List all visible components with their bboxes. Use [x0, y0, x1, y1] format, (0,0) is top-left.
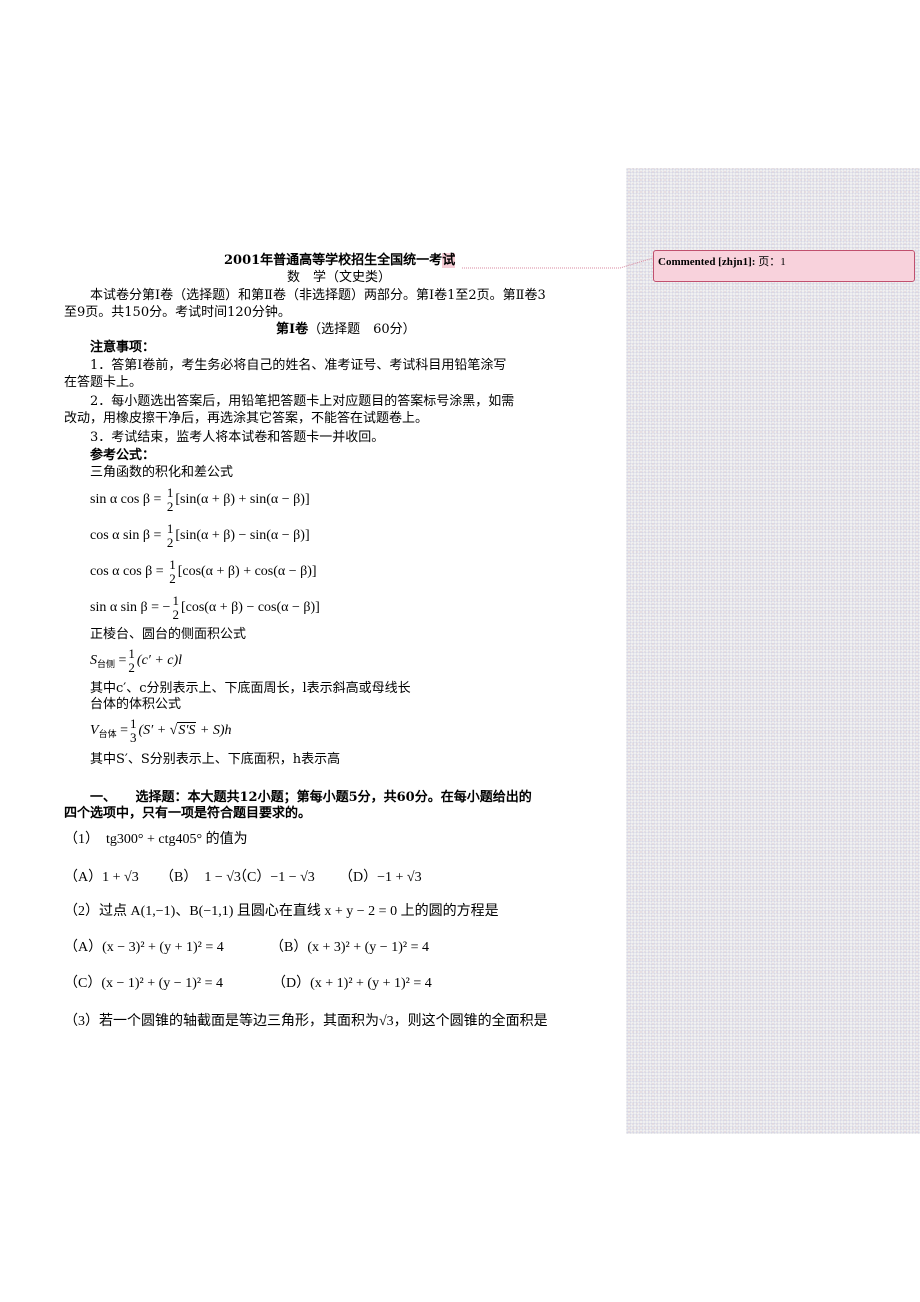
- frustum-volume-formula: V台体 = 1 3 (S′ + √S′S + S)h: [90, 716, 232, 745]
- notice-3-line-1: 3．考试结束，监考人将本试卷和答题卡一并收回。: [90, 430, 385, 445]
- formula-heading: 参考公式：: [90, 448, 156, 463]
- intro-line-1: 本试卷分第Ⅰ卷（选择题）和第Ⅱ卷（非选择题）两部分。第Ⅰ卷1至2页。第Ⅱ卷3: [90, 288, 546, 303]
- question-2-option-c: （C）(x − 1)² + (y − 1)² = 4: [64, 976, 223, 991]
- fraction: 12: [166, 485, 174, 514]
- question-2-option-a: （A）(x − 3)² + (y + 1)² = 4: [64, 940, 224, 955]
- fraction: 12: [169, 557, 176, 586]
- fraction: 12: [166, 521, 174, 550]
- comment-anchor-highlight[interactable]: 试: [442, 253, 456, 268]
- frustum-volume-note: 其中S′、S分别表示上、下底面积，h表示高: [90, 752, 341, 767]
- comment-text: 页：1: [758, 256, 786, 268]
- question-3-stem: （3）若一个圆锥的轴截面是等边三角形，其面积为√3，则这个圆锥的全面积是: [64, 1014, 548, 1029]
- question-1-option-d: （D）−1 + √3: [339, 870, 422, 885]
- notice-1-line-1: 1．答第Ⅰ卷前，考生务必将自己的姓名、准考证号、考试科目用铅笔涂写: [90, 358, 507, 373]
- frustum-lateral-heading: 正棱台、圆台的侧面积公式: [90, 627, 247, 642]
- fraction: 13: [129, 716, 137, 745]
- trig-formula-1: sin α cos β = 1 2 [sin(α + β) + sin(α − β)…: [90, 485, 310, 514]
- fraction: 12: [128, 646, 135, 675]
- comment-author: Commented [zhjn1]:: [658, 256, 756, 268]
- section-heading-line-2: 四个选项中，只有一项是符合题目要求的。: [64, 806, 312, 821]
- volume-heading: 第Ⅰ卷（选择题 60分）: [276, 322, 416, 337]
- trig-formula-3: cos α cos β = 1 2 [cos(α + β) + cos(α − β)…: [90, 557, 317, 586]
- frustum-lateral-formula: S台侧 = 1 2 (c′ + c)l: [90, 646, 183, 675]
- frustum-lateral-note: 其中c′、c分别表示上、下底面周长，l表示斜高或母线长: [90, 681, 411, 696]
- frustum-volume-heading: 台体的体积公式: [90, 697, 182, 712]
- notice-1-line-2: 在答题卡上。: [64, 375, 143, 390]
- question-2-stem: （2）过点 A(1,−1)、B(−1,1) 且圆心在直线 x + y − 2 =…: [64, 904, 499, 919]
- notice-heading: 注意事项：: [90, 340, 156, 355]
- intro-line-2: 至9页。共150分。考试时间120分钟。: [64, 305, 291, 320]
- comment-balloon[interactable]: Commented [zhjn1]: 页：1: [653, 250, 915, 282]
- document-subtitle: 数 学（文史类）: [287, 270, 392, 285]
- question-1-option-a: （A）1 + √3: [64, 870, 139, 885]
- section-heading-line-1: 一、 选择题：本大题共12小题；第每小题5分，共60分。在每小题给出的: [90, 790, 532, 805]
- fraction: 12: [172, 593, 179, 622]
- comment-pane: [626, 168, 920, 1134]
- question-2-option-d: （D）(x + 1)² + (y + 1)² = 4: [272, 976, 432, 991]
- question-1-option-c: （C）−1 − √3: [233, 870, 315, 885]
- document-page: 2001年普通高等学校招生全国统一考试 数 学（文史类） 本试卷分第Ⅰ卷（选择题…: [0, 0, 626, 1302]
- question-1-option-b: （B） 1 − √3: [160, 870, 241, 885]
- question-2-option-b: （B）(x + 3)² + (y − 1)² = 4: [270, 940, 429, 955]
- notice-2-line-2: 改动，用橡皮擦干净后，再选涂其它答案，不能答在试题卷上。: [64, 411, 429, 426]
- question-1-stem: （1） tg300° + ctg405° 的值为: [64, 832, 248, 847]
- document-title: 2001年普通高等学校招生全国统一考试: [224, 253, 456, 268]
- trig-formula-4: sin α sin β = −1 2 [cos(α + β) − cos(α − β…: [90, 593, 320, 622]
- trig-heading: 三角函数的积化和差公式: [90, 465, 234, 480]
- trig-formula-2: cos α sin β = 1 2 [sin(α + β) − sin(α − β)…: [90, 521, 310, 550]
- notice-2-line-1: 2．每小题选出答案后，用铅笔把答题卡上对应题目的答案标号涂黑，如需: [90, 394, 515, 409]
